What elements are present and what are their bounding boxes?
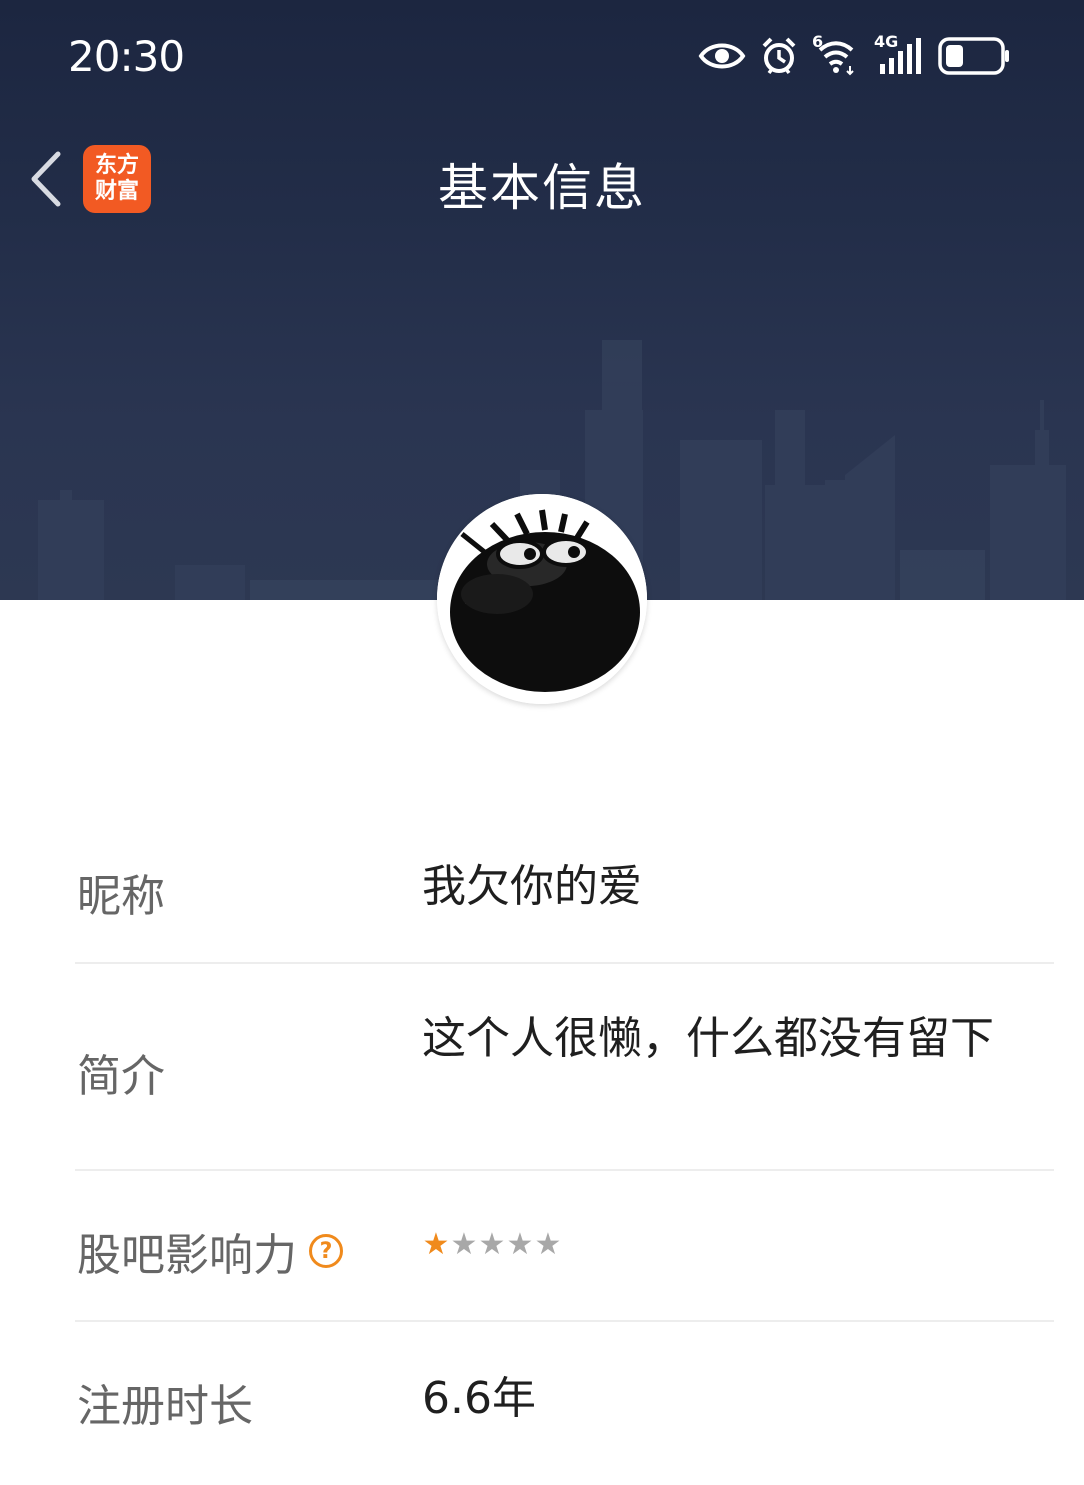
star-empty-icon: ★ xyxy=(478,1227,506,1262)
info-row-bio: 简介 这个人很懒，什么都没有留下 xyxy=(75,964,1054,1171)
question-circle-icon[interactable]: ? xyxy=(309,1234,343,1268)
registration-value: 6.6年 xyxy=(422,1373,536,1424)
eye-icon xyxy=(698,43,746,69)
influence-label: 股吧影响力 xyxy=(77,1230,297,1281)
star-empty-icon: ★ xyxy=(506,1227,534,1262)
status-time: 20:30 xyxy=(68,32,185,81)
star-empty-icon: ★ xyxy=(534,1227,562,1262)
avatar[interactable] xyxy=(437,494,647,704)
influence-rating: ★ ★ ★ ★ ★ xyxy=(422,1227,1022,1263)
status-icons: 6 4G xyxy=(698,32,1012,78)
signal-4g-icon: 4G xyxy=(874,32,924,76)
registration-label: 注册时长 xyxy=(77,1381,253,1432)
info-list: 昵称 我欠你的爱 简介 这个人很懒，什么都没有留下 股吧影响力 ? ★ ★ ★ ★ ★ … xyxy=(75,812,1054,1482)
nickname-label: 昵称 xyxy=(77,871,165,922)
bio-label: 简介 xyxy=(77,1051,165,1102)
profile-page: 20:30 6 4G 东方 财富 基本信息 昵称 我欠你的爱 简介 这个人很懒，… xyxy=(0,0,1084,1485)
star-empty-icon: ★ xyxy=(450,1227,478,1262)
status-bar: 20:30 6 4G xyxy=(0,0,1084,115)
bio-value: 这个人很懒，什么都没有留下 xyxy=(422,1013,994,1064)
grumpy-face-avatar xyxy=(437,494,647,704)
page-title: 基本信息 xyxy=(438,159,646,217)
navigation-bar: 东方 财富 基本信息 xyxy=(0,130,1084,230)
star-filled-icon: ★ xyxy=(422,1227,450,1262)
info-row-nickname: 昵称 我欠你的爱 xyxy=(75,812,1054,964)
influence-label-group: 股吧影响力 ? xyxy=(77,1219,343,1283)
wifi-6-icon: 6 xyxy=(812,32,860,76)
info-row-registration: 注册时长 6.6年 xyxy=(75,1322,1054,1482)
info-row-influence: 股吧影响力 ? ★ ★ ★ ★ ★ xyxy=(75,1171,1054,1322)
battery-icon xyxy=(938,37,1009,75)
alarm-icon xyxy=(762,37,796,75)
nickname-value: 我欠你的爱 xyxy=(422,861,642,912)
